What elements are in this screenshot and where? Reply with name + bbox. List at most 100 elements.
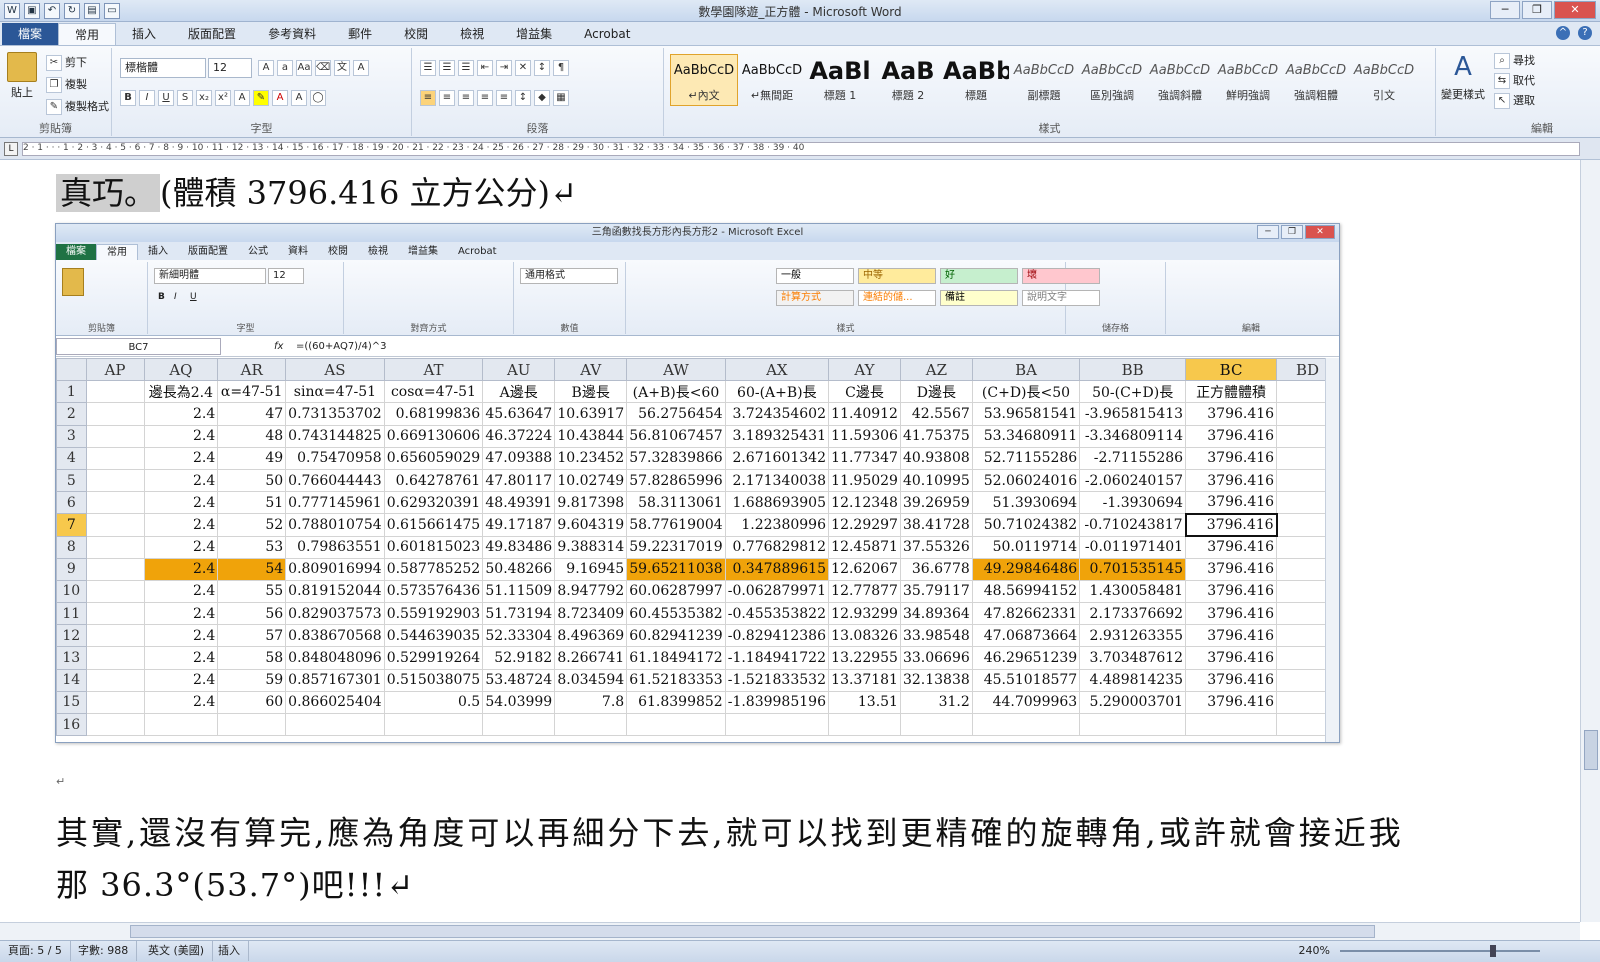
column-header[interactable]: BB [1079, 357, 1187, 382]
table-cell[interactable]: 9.604319 [554, 513, 628, 537]
excel-tab-2[interactable]: 插入 [138, 244, 178, 260]
table-cell[interactable]: 49.29846486 [971, 557, 1081, 581]
table-cell[interactable] [85, 646, 145, 670]
excel-italic-icon[interactable]: I [174, 292, 177, 302]
excel-restore-button[interactable]: ❐ [1281, 225, 1303, 239]
excel-paste-icon[interactable] [62, 268, 84, 296]
table-cell[interactable] [85, 624, 145, 648]
table-cell[interactable]: 3796.416 [1185, 424, 1278, 448]
column-header[interactable]: AZ [899, 357, 973, 382]
numbering-icon[interactable]: ☰ [439, 60, 455, 76]
tab-1[interactable]: 常用 [58, 23, 117, 45]
table-cell[interactable]: 46.29651239 [971, 646, 1081, 670]
header-cell[interactable]: 50-(C+D)長 [1079, 380, 1187, 404]
word-count[interactable]: 字數: 988 [70, 941, 138, 961]
table-cell[interactable] [217, 712, 287, 737]
select-button[interactable]: ↖ 選取 [1494, 92, 1535, 109]
table-cell[interactable]: 10.43844 [554, 424, 628, 448]
justify-icon[interactable]: ≡ [477, 90, 493, 106]
bullets-icon[interactable]: ☰ [420, 60, 436, 76]
table-cell[interactable]: 58 [217, 646, 287, 670]
table-cell[interactable]: 0.629320391 [383, 491, 484, 515]
style-5[interactable]: AaBbCcD 副標題 [1010, 54, 1078, 106]
table-cell[interactable]: 2.4 [143, 513, 219, 537]
zoom-level[interactable]: 240% [1299, 941, 1330, 961]
borders-icon[interactable]: ▦ [553, 90, 569, 106]
table-cell[interactable]: 48.49391 [482, 491, 556, 515]
table-cell[interactable]: 2.671601342 [724, 446, 829, 470]
table-cell[interactable]: 2.4 [143, 535, 219, 559]
style-1[interactable]: AaBbCcD ↵無間距 [738, 54, 806, 106]
table-cell[interactable]: 60.82941239 [626, 624, 726, 648]
style-0[interactable]: AaBbCcD ↵內文 [670, 54, 738, 106]
table-cell[interactable]: 48 [217, 424, 287, 448]
table-cell[interactable] [554, 712, 628, 737]
table-cell[interactable]: 52.06024016 [971, 468, 1081, 493]
table-cell[interactable]: 47.06873664 [971, 624, 1081, 648]
align-center-icon[interactable]: ≡ [439, 90, 455, 106]
highlight-icon[interactable]: ✎ [253, 90, 269, 106]
table-cell[interactable]: 50 [217, 468, 287, 493]
table-cell[interactable] [85, 557, 145, 581]
tab-5[interactable]: 郵件 [332, 23, 388, 45]
formula-input[interactable]: =((60+AQ7)/4)^3 [296, 338, 386, 356]
table-cell[interactable]: 1.430058481 [1079, 579, 1187, 604]
table-cell[interactable]: 3796.416 [1185, 402, 1278, 426]
table-cell[interactable]: 59 [217, 668, 287, 692]
table-cell[interactable]: 50.48266 [482, 557, 556, 581]
line-spacing-icon[interactable]: ↕ [515, 90, 531, 106]
show-marks-icon[interactable]: ¶ [553, 60, 569, 76]
table-cell[interactable]: 0.5 [383, 690, 484, 715]
cell-style-0[interactable]: 一般 [776, 268, 854, 284]
table-cell[interactable]: 0.79863551 [285, 535, 385, 559]
table-cell[interactable]: 11.95029 [827, 468, 901, 493]
table-cell[interactable]: 0.848048096 [285, 646, 385, 670]
table-cell[interactable]: 46.37224 [482, 424, 556, 448]
table-cell[interactable]: 2.4 [143, 668, 219, 692]
table-cell[interactable]: 12.29297 [827, 513, 901, 537]
table-cell[interactable] [626, 712, 726, 737]
table-cell[interactable]: 52 [217, 513, 287, 537]
table-cell[interactable]: 0.615661475 [383, 513, 484, 537]
tab-0[interactable]: 檔案 [2, 23, 59, 45]
table-cell[interactable]: 41.75375 [899, 424, 973, 448]
char-border-icon[interactable]: A [353, 60, 369, 76]
decrease-indent-icon[interactable]: ⇤ [477, 60, 493, 76]
table-cell[interactable]: 3.189325431 [724, 424, 829, 448]
table-cell[interactable]: 3796.416 [1185, 690, 1278, 715]
table-cell[interactable]: 57.32839866 [626, 446, 726, 470]
table-cell[interactable]: 0.743144825 [285, 424, 385, 448]
table-cell[interactable]: 57.82865996 [626, 468, 726, 493]
column-header[interactable]: AY [827, 357, 901, 382]
table-cell[interactable]: -3.965815413 [1079, 402, 1187, 426]
table-cell[interactable]: 2.4 [143, 491, 219, 515]
table-cell[interactable]: 50.71024382 [971, 513, 1081, 537]
cell-style-4[interactable]: 計算方式 [776, 290, 854, 306]
column-header[interactable]: AP [85, 357, 145, 382]
table-cell[interactable]: 0.587785252 [383, 557, 484, 581]
table-cell[interactable]: 3796.416 [1185, 535, 1278, 559]
header-cell[interactable]: 邊長為2.4 [143, 380, 219, 404]
table-cell[interactable]: 0.788010754 [285, 513, 385, 537]
header-cell[interactable]: (A+B)長<60 [626, 380, 726, 404]
table-cell[interactable]: 13.22955 [827, 646, 901, 670]
table-cell[interactable]: 54.03999 [482, 690, 556, 715]
column-header[interactable]: AU [482, 357, 556, 382]
table-cell[interactable]: 53.34680911 [971, 424, 1081, 448]
table-cell[interactable]: 47 [217, 402, 287, 426]
table-cell[interactable]: 51.3930694 [971, 491, 1081, 515]
strikethrough-icon[interactable]: S [177, 90, 193, 106]
column-header[interactable]: AX [724, 357, 829, 382]
table-cell[interactable] [85, 535, 145, 559]
table-cell[interactable]: 10.23452 [554, 446, 628, 470]
table-cell[interactable]: 9.817398 [554, 491, 628, 515]
cell-style-5[interactable]: 連結的儲... [858, 290, 936, 306]
table-cell[interactable]: 37.55326 [899, 535, 973, 559]
table-cell[interactable]: 5.290003701 [1079, 690, 1187, 715]
excel-tab-7[interactable]: 檢視 [358, 244, 398, 260]
select-all-corner[interactable] [56, 357, 87, 382]
table-cell[interactable]: 11.59306 [827, 424, 901, 448]
table-cell[interactable]: 9.388314 [554, 535, 628, 559]
table-cell[interactable]: 61.52183353 [626, 668, 726, 692]
table-cell[interactable]: -2.060240157 [1079, 468, 1187, 493]
